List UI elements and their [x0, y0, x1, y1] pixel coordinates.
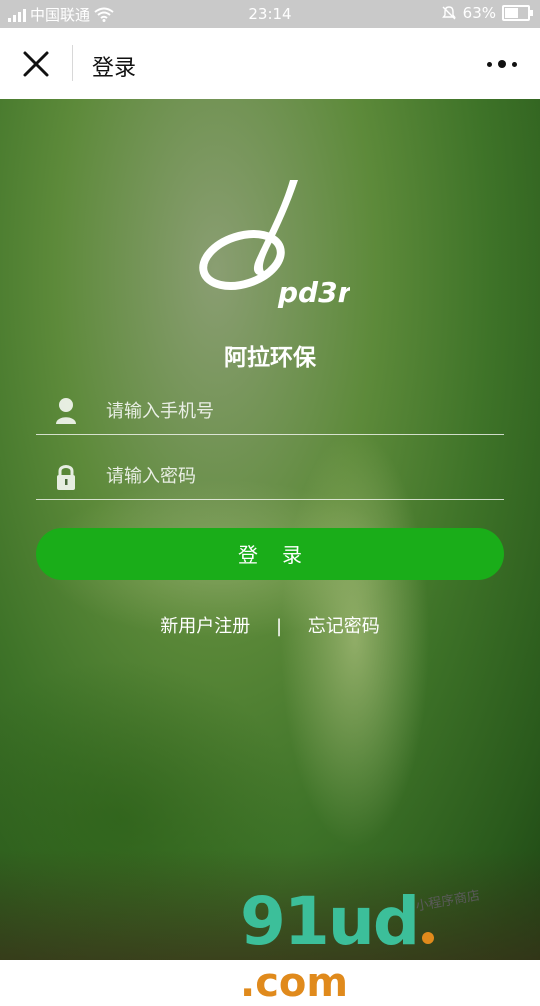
battery-icon	[502, 5, 533, 21]
watermark-tagline: 小程序商店	[414, 888, 482, 915]
login-button[interactable]: 登录	[36, 528, 504, 580]
password-field	[36, 451, 504, 500]
watermark-domain: .com	[240, 960, 349, 1006]
password-input[interactable]	[104, 459, 498, 493]
watermark-dot	[422, 932, 435, 944]
auth-links: 新用户注册 | 忘记密码	[0, 612, 540, 638]
lock-icon	[57, 465, 75, 490]
mute-bell-icon	[441, 6, 456, 20]
battery-percent: 63%	[462, 4, 496, 22]
more-button[interactable]	[482, 52, 522, 76]
close-icon	[23, 51, 49, 77]
user-icon	[56, 398, 76, 424]
register-link[interactable]: 新用户注册	[160, 616, 250, 637]
page-title: 登录	[92, 56, 137, 81]
nav-bar: 登录	[0, 28, 540, 99]
phone-field	[36, 386, 504, 435]
logo-mark: pd3r	[199, 180, 354, 309]
watermark-brand: 91ud	[240, 883, 420, 960]
status-right: 63%	[441, 4, 533, 22]
close-button[interactable]	[18, 46, 54, 82]
app-logo: pd3r	[190, 178, 354, 310]
nav-divider	[72, 45, 73, 81]
logo-text: pd3r	[277, 276, 350, 309]
more-icon	[487, 60, 517, 68]
forgot-password-link[interactable]: 忘记密码	[308, 616, 380, 637]
status-bar: 中国联通 23:14 63%	[0, 0, 540, 28]
phone-input[interactable]	[104, 394, 498, 428]
app-name: 阿拉环保	[224, 345, 316, 371]
link-separator: |	[275, 616, 283, 637]
watermark: 91ud.com 小程序商店	[240, 883, 540, 1006]
